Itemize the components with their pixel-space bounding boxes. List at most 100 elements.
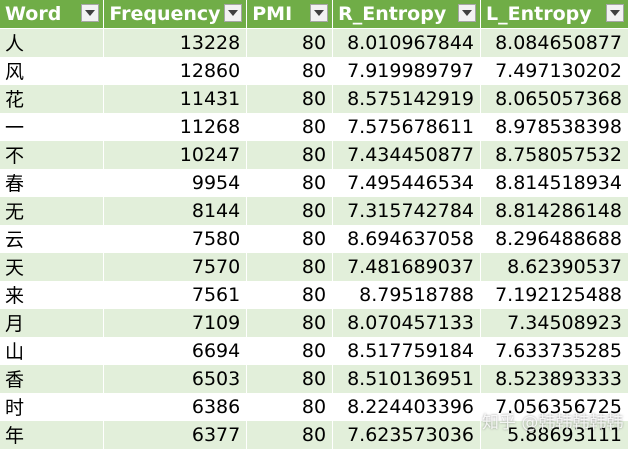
table-row: 花 11431 80 8.575142919 8.065057368 [0,84,629,113]
table-row: 香 6503 80 8.510136951 8.523893333 [0,364,629,393]
cell-frequency[interactable]: 11431 [103,84,248,113]
cell-r-entropy[interactable]: 8.010967844 [332,28,482,57]
cell-l-entropy[interactable]: 8.814286148 [480,196,629,225]
column-header-label: Word [5,3,62,25]
column-header-word[interactable]: Word [0,0,105,29]
cell-l-entropy[interactable]: 8.523893333 [480,364,629,393]
cell-frequency[interactable]: 10247 [103,140,248,169]
filter-dropdown-button[interactable] [81,4,100,22]
table-row: 天 7570 80 7.481689037 8.62390537 [0,252,629,281]
cell-frequency[interactable]: 8144 [103,196,248,225]
cell-pmi[interactable]: 80 [246,392,334,421]
cell-r-entropy[interactable]: 8.517759184 [332,336,482,365]
cell-word[interactable]: 风 [0,56,105,85]
cell-l-entropy[interactable]: 5.88693111 [480,420,629,449]
cell-r-entropy[interactable]: 7.575678611 [332,112,482,141]
column-header-r-entropy[interactable]: R_Entropy [332,0,482,29]
table-row: 一 11268 80 7.575678611 8.978538398 [0,112,629,141]
table-row: 时 6386 80 8.224403396 7.056356725 [0,392,629,421]
cell-r-entropy[interactable]: 7.434450877 [332,140,482,169]
cell-pmi[interactable]: 80 [246,56,334,85]
cell-frequency[interactable]: 7561 [103,280,248,309]
cell-frequency[interactable]: 7109 [103,308,248,337]
cell-pmi[interactable]: 80 [246,364,334,393]
table-body: 人 13228 80 8.010967844 8.084650877 风 12860 80 7.… [0,28,629,449]
cell-pmi[interactable]: 80 [246,112,334,141]
cell-pmi[interactable]: 80 [246,84,334,113]
cell-r-entropy[interactable]: 8.694637058 [332,224,482,253]
cell-frequency[interactable]: 6377 [103,420,248,449]
column-header-l-entropy[interactable]: L_Entropy [480,0,629,29]
cell-r-entropy[interactable]: 7.315742784 [332,196,482,225]
cell-pmi[interactable]: 80 [246,336,334,365]
cell-pmi[interactable]: 80 [246,140,334,169]
cell-word[interactable]: 花 [0,84,105,113]
cell-word[interactable]: 天 [0,252,105,281]
cell-word[interactable]: 一 [0,112,105,141]
filter-dropdown-button[interactable] [224,4,243,22]
filter-dropdown-button[interactable] [606,4,624,22]
table-row: 山 6694 80 8.517759184 7.633735285 [0,336,629,365]
chevron-down-icon [610,10,620,16]
cell-r-entropy[interactable]: 7.919989797 [332,56,482,85]
cell-word[interactable]: 年 [0,420,105,449]
filter-dropdown-button[interactable] [310,4,329,22]
cell-pmi[interactable]: 80 [246,224,334,253]
cell-l-entropy[interactable]: 8.978538398 [480,112,629,141]
cell-l-entropy[interactable]: 8.065057368 [480,84,629,113]
cell-l-entropy[interactable]: 8.296488688 [480,224,629,253]
cell-frequency[interactable]: 13228 [103,28,248,57]
cell-l-entropy[interactable]: 8.084650877 [480,28,629,57]
cell-r-entropy[interactable]: 8.070457133 [332,308,482,337]
cell-word[interactable]: 月 [0,308,105,337]
cell-frequency[interactable]: 9954 [103,168,248,197]
cell-r-entropy[interactable]: 8.79518788 [332,280,482,309]
cell-pmi[interactable]: 80 [246,280,334,309]
cell-word[interactable]: 山 [0,336,105,365]
column-header-frequency[interactable]: Frequency [103,0,248,29]
column-header-label: PMI [252,3,293,25]
cell-word[interactable]: 春 [0,168,105,197]
cell-l-entropy[interactable]: 7.34508923 [480,308,629,337]
cell-frequency[interactable]: 6503 [103,364,248,393]
cell-pmi[interactable]: 80 [246,420,334,449]
cell-r-entropy[interactable]: 8.575142919 [332,84,482,113]
cell-pmi[interactable]: 80 [246,196,334,225]
cell-l-entropy[interactable]: 8.758057532 [480,140,629,169]
cell-frequency[interactable]: 6386 [103,392,248,421]
cell-word[interactable]: 人 [0,28,105,57]
cell-l-entropy[interactable]: 7.192125488 [480,280,629,309]
cell-l-entropy[interactable]: 7.497130202 [480,56,629,85]
cell-r-entropy[interactable]: 8.510136951 [332,364,482,393]
cell-frequency[interactable]: 12860 [103,56,248,85]
table-row: 月 7109 80 8.070457133 7.34508923 [0,308,629,337]
cell-word[interactable]: 云 [0,224,105,253]
cell-l-entropy[interactable]: 8.814518934 [480,168,629,197]
cell-pmi[interactable]: 80 [246,252,334,281]
cell-frequency[interactable]: 6694 [103,336,248,365]
column-header-pmi[interactable]: PMI [246,0,334,29]
filter-dropdown-button[interactable] [458,4,477,22]
cell-pmi[interactable]: 80 [246,28,334,57]
cell-frequency[interactable]: 7570 [103,252,248,281]
cell-r-entropy[interactable]: 7.623573036 [332,420,482,449]
cell-frequency[interactable]: 7580 [103,224,248,253]
cell-word[interactable]: 时 [0,392,105,421]
cell-l-entropy[interactable]: 7.633735285 [480,336,629,365]
cell-word[interactable]: 无 [0,196,105,225]
cell-r-entropy[interactable]: 8.224403396 [332,392,482,421]
cell-r-entropy[interactable]: 7.495446534 [332,168,482,197]
cell-r-entropy[interactable]: 7.481689037 [332,252,482,281]
cell-frequency[interactable]: 11268 [103,112,248,141]
chevron-down-icon [462,10,473,16]
cell-pmi[interactable]: 80 [246,168,334,197]
cell-pmi[interactable]: 80 [246,308,334,337]
column-header-label: R_Entropy [338,3,447,25]
cell-l-entropy[interactable]: 7.056356725 [480,392,629,421]
cell-l-entropy[interactable]: 8.62390537 [480,252,629,281]
cell-word[interactable]: 不 [0,140,105,169]
table-row: 人 13228 80 8.010967844 8.084650877 [0,28,629,57]
cell-word[interactable]: 香 [0,364,105,393]
cell-word[interactable]: 来 [0,280,105,309]
column-header-label: Frequency [109,3,221,25]
